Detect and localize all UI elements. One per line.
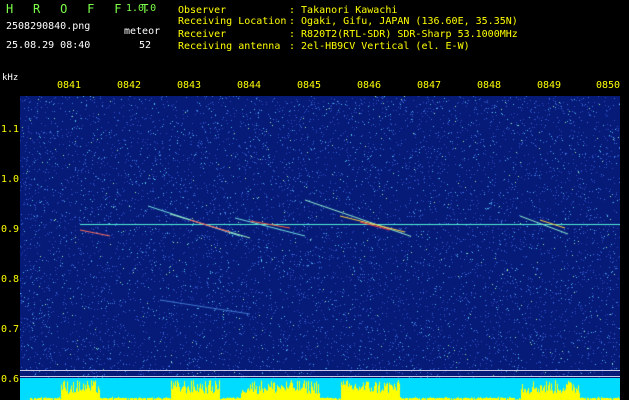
meteor-count: 52 <box>139 40 152 51</box>
capture-datetime: 25.08.29 08:40 <box>6 40 91 51</box>
info-value-antenna: : 2el-HB9CV Vertical (el. E-W) <box>289 41 470 52</box>
file-name: 2508290840.png <box>6 21 91 32</box>
info-value-receiver: : R820T2(RTL-SDR) SDR-Sharp 53.1000MHz <box>289 29 518 40</box>
range-line-lower <box>20 376 620 377</box>
y-tick-label: 0.9 <box>1 224 20 235</box>
activity-canvas <box>20 378 620 400</box>
x-tick-label: 0844 <box>237 80 262 91</box>
info-value-location: : Ogaki, Gifu, JAPAN (136.60E, 35.35N) <box>289 16 518 27</box>
y-tick-label: 1.1 <box>1 124 20 135</box>
y-tick-label: 0.6 <box>1 374 20 385</box>
range-line-upper <box>20 370 620 371</box>
x-tick-label: 0850 <box>596 80 621 91</box>
info-key-observer: Observer <box>178 5 227 16</box>
x-tick-label: 0847 <box>417 80 442 91</box>
x-tick-label: 0843 <box>177 80 202 91</box>
y-axis-unit: kHz <box>2 73 19 83</box>
x-tick-label: 0846 <box>357 80 382 91</box>
y-tick-label: 1.0 <box>1 174 20 185</box>
activity-histogram <box>20 378 620 400</box>
info-key-location: Receiving Location <box>178 16 287 27</box>
info-key-receiver: Receiver <box>178 29 227 40</box>
x-tick-label: 0848 <box>477 80 502 91</box>
app-version: 1.0.0 <box>126 3 157 14</box>
waterfall-spectrogram <box>20 96 620 400</box>
x-tick-label: 0845 <box>297 80 322 91</box>
waterfall-canvas <box>20 96 620 400</box>
y-tick-label: 0.8 <box>1 274 20 285</box>
x-tick-label: 0849 <box>537 80 562 91</box>
x-tick-label: 0842 <box>117 80 142 91</box>
meteor-label: meteor <box>124 26 161 37</box>
y-tick-label: 0.7 <box>1 324 20 335</box>
info-key-antenna: Receiving antenna <box>178 41 281 52</box>
info-value-observer: : Takanori Kawachi <box>289 5 398 16</box>
x-tick-label: 0841 <box>57 80 82 91</box>
